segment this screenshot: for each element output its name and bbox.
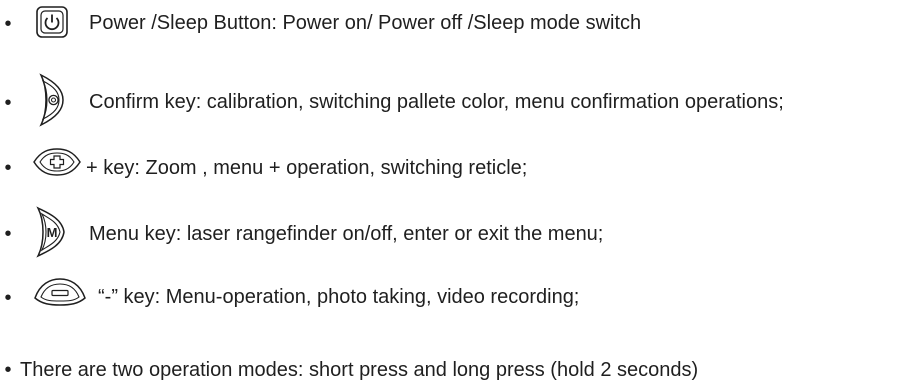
confirm-key-description: Confirm key: calibration, switching pall…: [89, 91, 784, 113]
bullet: •: [4, 92, 12, 114]
bullet: •: [4, 223, 12, 245]
bullet: •: [4, 157, 12, 179]
minus-key-icon: [32, 276, 88, 308]
svg-text:M: M: [47, 225, 58, 240]
plus-key-description: + key: Zoom , menu + operation, switchin…: [86, 157, 528, 179]
list-item-minus: • “-” key: Menu-operation, photo taking,…: [0, 270, 900, 310]
power-button-description: Power /Sleep Button: Power on/ Power off…: [89, 12, 642, 34]
list-item-confirm: • Confirm key: calibration, switching pa…: [0, 71, 900, 127]
plus-key-icon: [31, 147, 83, 177]
bullet: •: [4, 287, 12, 309]
operation-modes-text: There are two operation modes: short pre…: [20, 359, 699, 381]
list-item-menu: • M Menu key: laser rangefinder on/off, …: [0, 204, 900, 258]
bullet: •: [4, 359, 12, 381]
confirm-key-icon: [33, 71, 67, 129]
power-button-icon: [35, 5, 69, 39]
menu-key-description: Menu key: laser rangefinder on/off, ente…: [89, 223, 604, 245]
bullet: •: [4, 13, 12, 35]
list-item-plus: • + key: Zoom , menu + operation, switch…: [0, 140, 900, 180]
menu-key-icon: M: [32, 204, 70, 260]
list-item-power: • Power /Sleep Button: Power on/ Power o…: [0, 2, 900, 42]
operation-modes-note: • There are two operation modes: short p…: [0, 338, 900, 381]
minus-key-description: “-” key: Menu-operation, photo taking, v…: [98, 286, 580, 308]
